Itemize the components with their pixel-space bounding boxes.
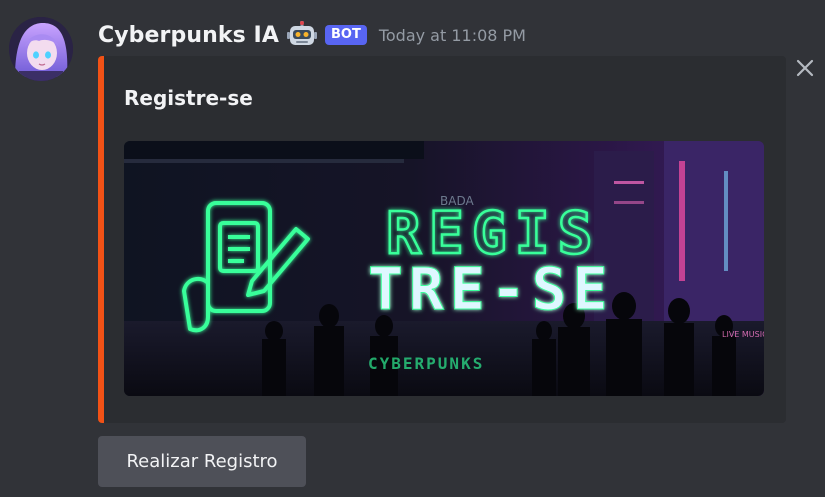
message-timestamp[interactable]: Today at 11:08 PM — [379, 26, 526, 45]
banner-watermark: CYBERPUNKS — [368, 354, 484, 373]
embed-title: Registre-se — [124, 86, 253, 110]
register-button[interactable]: Realizar Registro — [98, 436, 306, 487]
banner-right-sign: LIVE MUSIC — [722, 330, 764, 339]
embed-banner-image[interactable]: REGIS TRE-SE BADA CYBERPUNKS LIVE MUSIC — [124, 141, 764, 396]
bot-badge: BOT — [324, 25, 367, 45]
author-avatar[interactable] — [9, 17, 73, 81]
close-icon[interactable] — [795, 58, 815, 78]
robot-icon — [286, 21, 317, 49]
banner-small-sign: BADA — [440, 194, 474, 208]
avatar-image — [9, 17, 73, 81]
banner-line2: TRE-SE — [368, 255, 614, 323]
message-header: Cyberpunks IA BOT Today at 11:08 PM — [98, 20, 526, 50]
embed-accent-bar — [98, 56, 104, 423]
author-name[interactable]: Cyberpunks IA — [98, 23, 279, 48]
embed-card: Registre-se REGIS TRE-SE BADA CYBERPUNKS… — [98, 56, 786, 423]
